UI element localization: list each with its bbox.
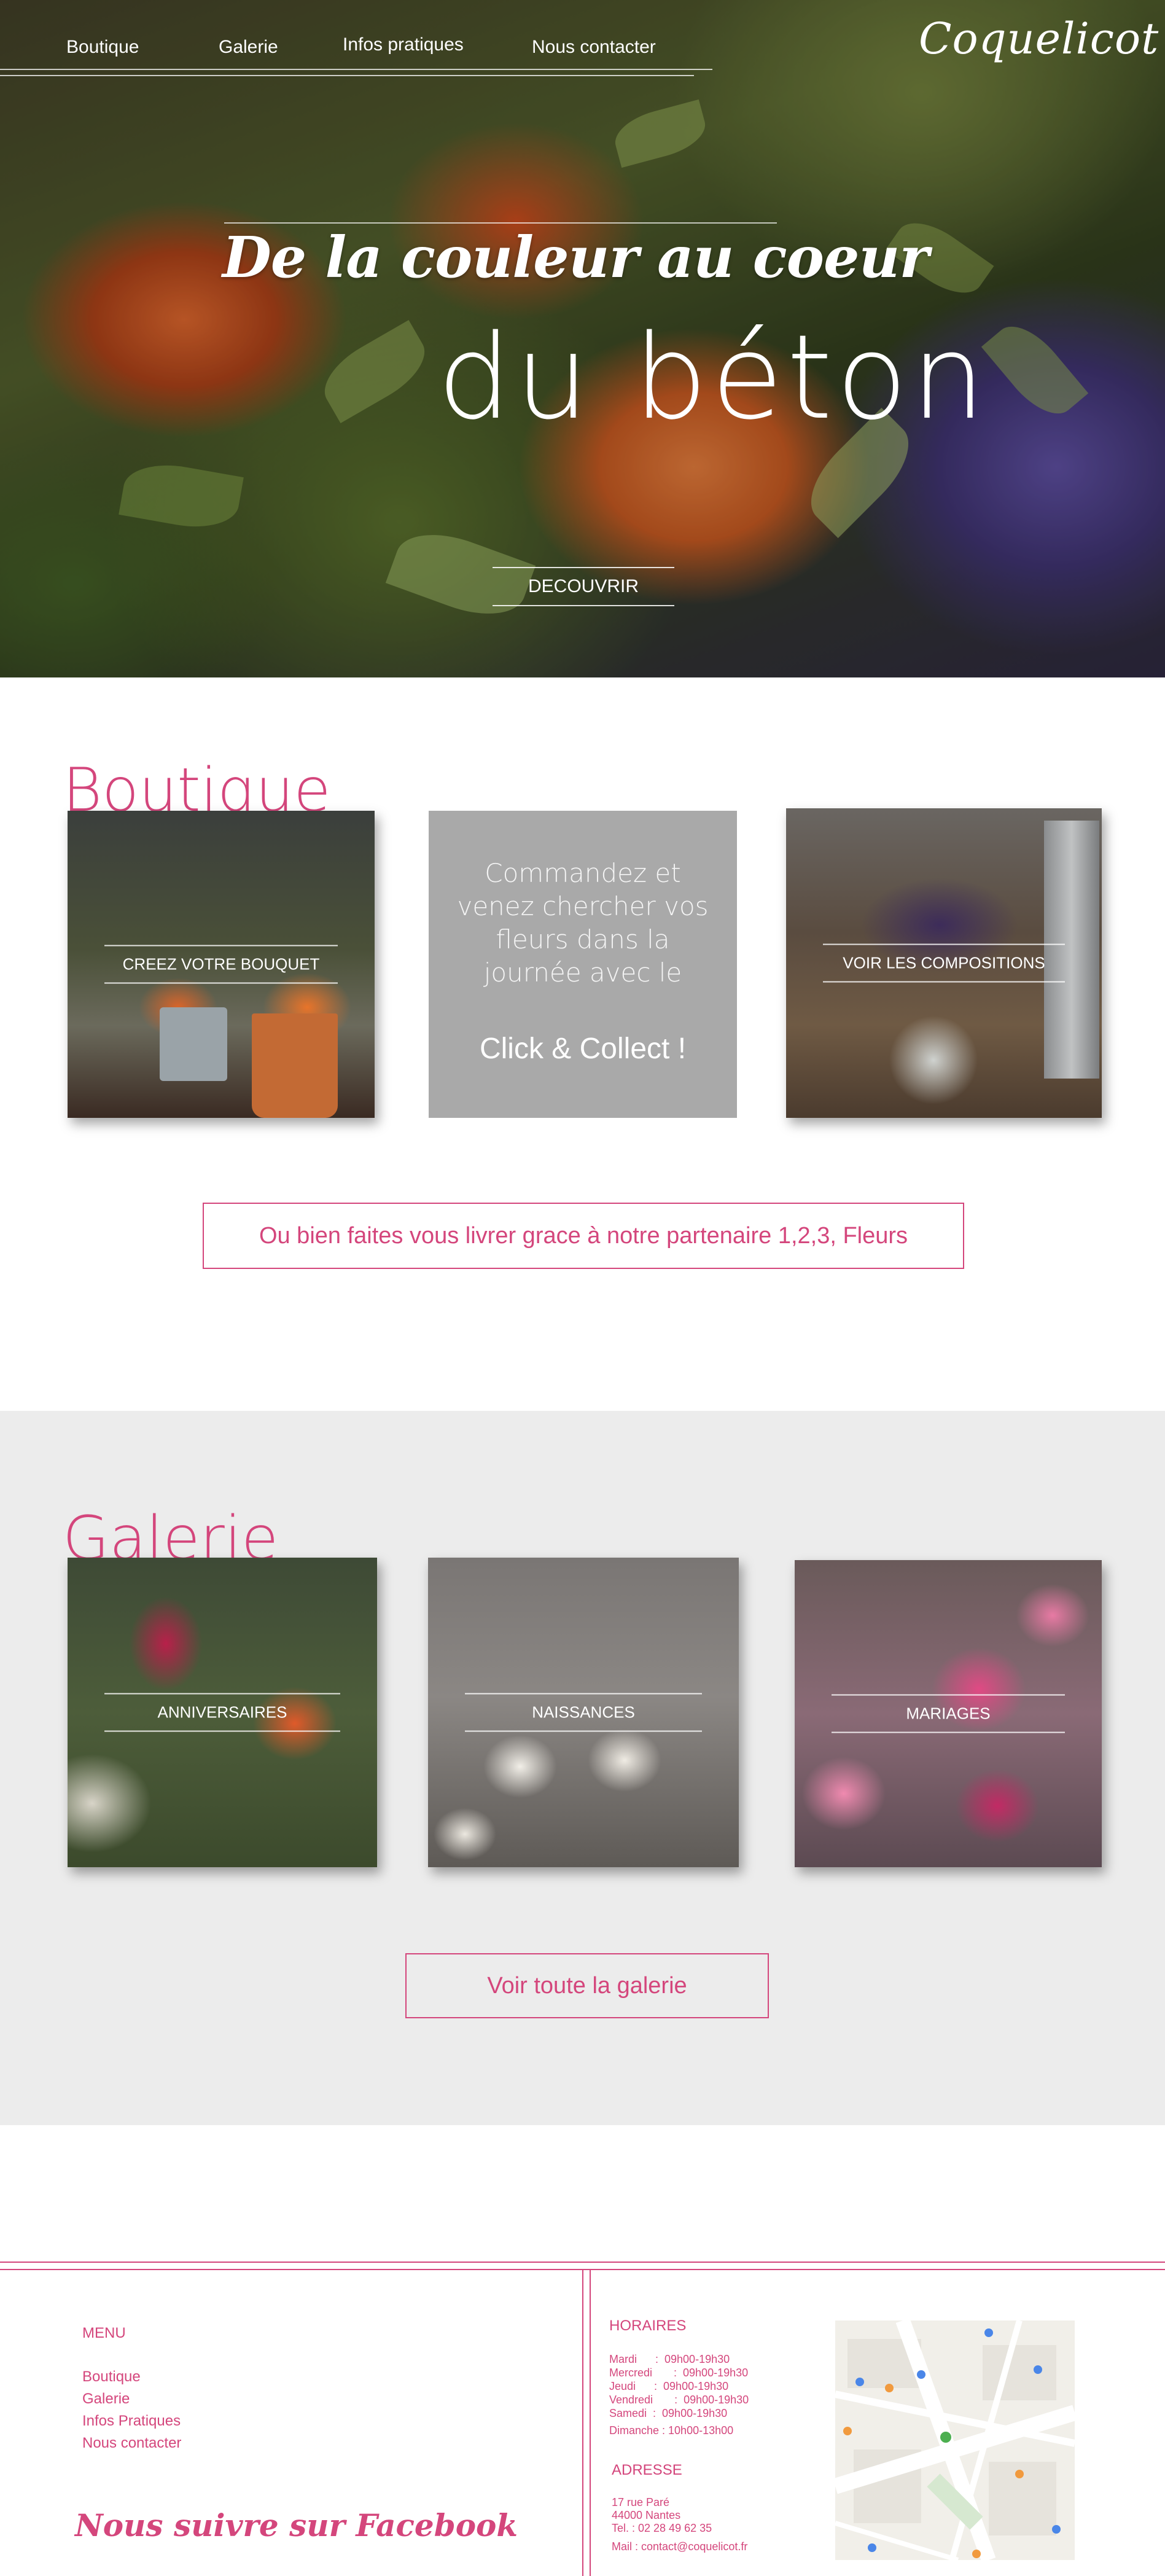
tile-create-bouquet[interactable]: CREEZ VOTRE BOUQUET: [68, 811, 375, 1118]
hours-line: Dimanche : 10h00-13h00: [609, 2424, 734, 2437]
bucket-shape: [160, 1007, 227, 1081]
promo-emphasis: Click & Collect !: [479, 1032, 687, 1065]
footer-link-galerie[interactable]: Galerie: [82, 2391, 130, 2408]
promo-text: Commandez et venez chercher vos fleurs d…: [457, 858, 709, 988]
map-graphic: [835, 2320, 1075, 2560]
discover-button[interactable]: DECOUVRIR: [493, 562, 674, 611]
hours-title: HORAIRES: [609, 2317, 687, 2334]
tile-label: MARIAGES: [832, 1694, 1065, 1733]
footer-link-infos-pratiques[interactable]: Infos Pratiques: [82, 2413, 181, 2430]
nav-divider: [0, 75, 694, 76]
nav-item-infos-pratiques[interactable]: Infos pratiques: [343, 34, 464, 55]
tile-mariages[interactable]: MARIAGES: [795, 1560, 1102, 1867]
hero-rule: [224, 222, 777, 224]
hours-line: Vendredi : 09h00-19h30: [609, 2394, 749, 2406]
footer-divider: [582, 2269, 583, 2576]
footer-link-boutique[interactable]: Boutique: [82, 2368, 141, 2386]
phone-text: Tel. : 02 28 49 62 35: [612, 2522, 712, 2534]
delivery-partner-button[interactable]: Ou bien faites vous livrer grace à notre…: [203, 1203, 964, 1269]
hero-title: De la couleur au coeur: [222, 224, 929, 291]
tile-compositions[interactable]: VOIR LES COMPOSITIONS: [786, 808, 1102, 1118]
click-collect-promo: Commandez et venez chercher vos fleurs d…: [429, 811, 737, 1118]
hours-line: Mercredi : 09h00-19h30: [609, 2367, 749, 2379]
hero-section: Boutique Galerie Infos pratiques Nous co…: [0, 0, 1165, 677]
tile-label: NAISSANCES: [465, 1693, 702, 1732]
nav-item-nous-contacter[interactable]: Nous contacter: [532, 37, 656, 58]
footer-menu-title: MENU: [82, 2325, 126, 2341]
location-map[interactable]: [835, 2320, 1075, 2560]
tile-label: CREEZ VOTRE BOUQUET: [104, 945, 338, 984]
nav-divider: [0, 69, 712, 70]
email-link[interactable]: Mail : contact@coquelicot.fr: [612, 2540, 747, 2553]
brand-logo[interactable]: Coquelicot: [919, 14, 1159, 64]
view-gallery-button[interactable]: Voir toute la galerie: [405, 1953, 769, 2018]
nav-item-galerie[interactable]: Galerie: [219, 37, 278, 58]
facebook-link[interactable]: Nous suivre sur Facebook: [75, 2507, 518, 2543]
hours-line: Jeudi : 09h00-19h30: [609, 2380, 729, 2392]
hours-line: Mardi : 09h00-19h30: [609, 2353, 730, 2365]
tile-naissances[interactable]: NAISSANCES: [428, 1558, 739, 1867]
pot-shape: [252, 1013, 338, 1118]
page: Boutique Galerie Infos pratiques Nous co…: [0, 0, 1165, 2576]
main-nav: Boutique Galerie Infos pratiques Nous co…: [0, 0, 719, 76]
footer-divider: [0, 2262, 1165, 2263]
footer-link-nous-contacter[interactable]: Nous contacter: [82, 2435, 181, 2452]
tile-anniversaires[interactable]: ANNIVERSAIRES: [68, 1558, 377, 1867]
nav-item-boutique[interactable]: Boutique: [66, 37, 139, 58]
address-line: 44000 Nantes: [612, 2509, 681, 2521]
footer-divider: [590, 2269, 591, 2576]
tile-label: ANNIVERSAIRES: [104, 1693, 340, 1732]
hours-line: Samedi : 09h00-19h30: [609, 2407, 728, 2419]
address-line: 17 rue Paré: [612, 2496, 670, 2508]
tile-label: VOIR LES COMPOSITIONS: [823, 943, 1065, 983]
hero-subtitle: du béton: [437, 310, 989, 445]
address-title: ADRESSE: [612, 2462, 682, 2478]
